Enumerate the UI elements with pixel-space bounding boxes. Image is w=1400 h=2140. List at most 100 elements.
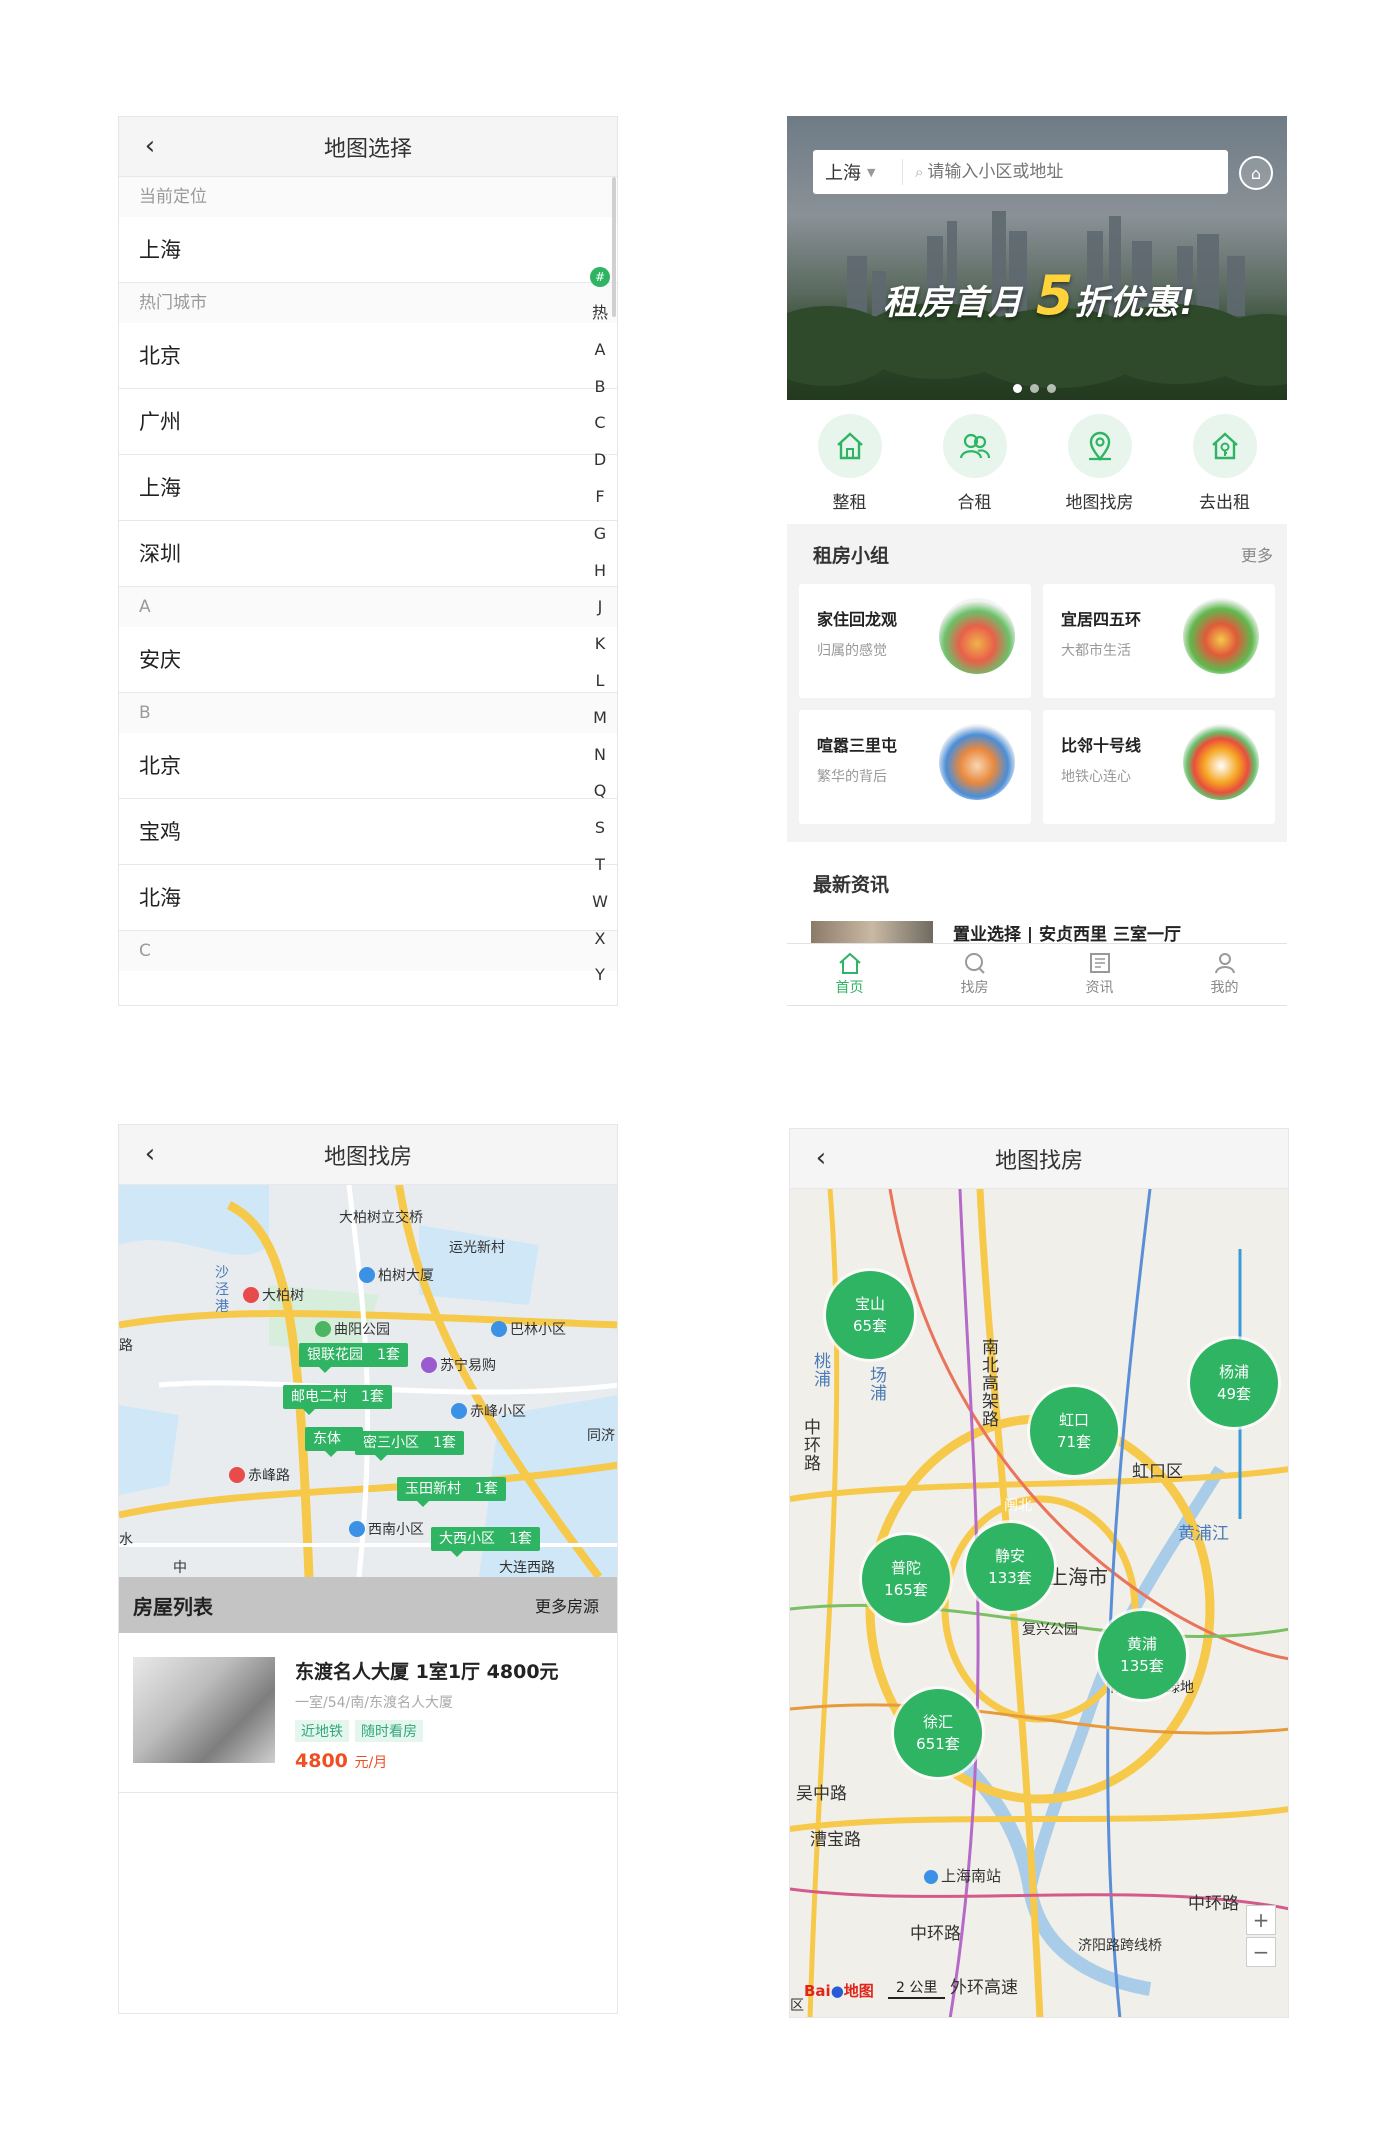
users-icon (942, 414, 1007, 478)
district-bubble[interactable]: 黄浦 135套 (1098, 1611, 1186, 1699)
quick-nav-map-search[interactable]: 地图找房 (1050, 414, 1150, 516)
city-item[interactable]: 北海 (119, 865, 617, 931)
map-label: 中环路 (804, 1418, 821, 1474)
location-icon[interactable]: ⌂ (1239, 156, 1273, 190)
more-link[interactable]: 更多 (1241, 542, 1273, 566)
tab-news[interactable]: 资讯 (1037, 944, 1162, 1005)
district-bubble[interactable]: 杨浦 49套 (1190, 1339, 1278, 1427)
city-item[interactable]: 上海 (119, 217, 617, 283)
index-letter[interactable]: B (595, 369, 606, 406)
district-bubble[interactable]: 普陀 165套 (862, 1535, 950, 1623)
community-tag[interactable]: 玉田新村 1套 (397, 1477, 506, 1507)
district-bubble[interactable]: 静安 133套 (966, 1523, 1054, 1611)
rent-groups-section: 租房小组 更多 家住回龙观 归属的感觉 宜居四五环 大都市生活 喧嚣三里屯 繁华… (787, 524, 1287, 842)
poi-label: 苏宁易购 (421, 1355, 496, 1375)
more-listings-link[interactable]: 更多房源 (535, 1593, 599, 1617)
carousel-dot[interactable] (1030, 384, 1039, 393)
index-letter[interactable]: Y (595, 957, 605, 994)
group-card[interactable]: 宜居四五环 大都市生活 (1043, 584, 1275, 698)
index-letter[interactable]: G (594, 516, 606, 553)
community-tag[interactable]: 邮电二村 1套 (283, 1385, 392, 1415)
park-icon (315, 1321, 331, 1337)
index-letter[interactable]: X (595, 921, 606, 958)
group-card[interactable]: 比邻十号线 地铁心连心 (1043, 710, 1275, 824)
badge: 近地铁 (295, 1720, 349, 1742)
house-icon (817, 414, 882, 478)
map-pin-icon (1067, 414, 1132, 478)
tab-label: 首页 (835, 980, 864, 996)
carousel-dot[interactable] (1013, 384, 1022, 393)
city-item[interactable]: 上海 (119, 455, 617, 521)
page-title: 地图找房 (994, 1148, 1083, 1174)
bubble-count: 133套 (988, 1569, 1032, 1587)
city-item[interactable]: 北京 (119, 733, 617, 799)
tab-home[interactable]: 首页 (787, 944, 912, 1005)
tab-find[interactable]: 找房 (912, 944, 1037, 1005)
index-letter[interactable]: N (594, 737, 606, 774)
quick-nav-label: 地图找房 (1065, 493, 1134, 513)
quick-nav-share-rent[interactable]: 合租 (925, 414, 1025, 516)
poi-label: 沙泾港 (215, 1265, 229, 1315)
quick-nav-whole-rent[interactable]: 整租 (800, 414, 900, 516)
city-item[interactable]: 广州 (119, 389, 617, 455)
news-item[interactable]: 置业选择 | 安贞西里 三室一厅 (811, 920, 1181, 945)
bubble-count: 651套 (916, 1735, 960, 1753)
index-letter[interactable]: 热 (592, 295, 608, 332)
community-tag[interactable]: 银联花园 1套 (299, 1343, 408, 1373)
city-item[interactable]: 安庆 (119, 627, 617, 693)
house-list-item[interactable]: 东渡名人大厦 1室1厅 4800元 一室/54/南/东渡名人大厦 近地铁 随时看… (119, 1633, 617, 1793)
tag-count: 1套 (475, 1481, 498, 1497)
index-letter[interactable]: F (595, 479, 604, 516)
page-title: 地图找房 (323, 1144, 412, 1170)
district-bubble[interactable]: 宝山 65套 (826, 1271, 914, 1359)
community-tag[interactable]: 大西小区 1套 (431, 1527, 540, 1557)
index-letter[interactable]: J (598, 589, 603, 626)
map-label-text: 上海南站 (941, 1867, 1002, 1885)
search-input[interactable] (927, 162, 1208, 182)
section-title: 租房小组 (813, 544, 890, 567)
promo-banner[interactable]: 上海 ▼ ⌕ ⌂ 租房首月 5折优惠! (787, 116, 1287, 400)
back-button[interactable]: ‹ (133, 129, 167, 163)
nav-bar: ‹ 地图找房 (119, 1125, 617, 1185)
index-letter[interactable]: Z (595, 994, 606, 1005)
city-item[interactable]: 深圳 (119, 521, 617, 587)
index-letter[interactable]: D (594, 442, 606, 479)
index-letter[interactable]: L (596, 663, 605, 700)
district-bubble[interactable]: 虹口 71套 (1030, 1387, 1118, 1475)
group-card[interactable]: 喧嚣三里屯 繁华的背后 (799, 710, 1031, 824)
carousel-dot[interactable] (1047, 384, 1056, 393)
index-letter[interactable]: S (595, 810, 605, 847)
index-letter[interactable]: H (594, 553, 606, 590)
quick-nav-list-out[interactable]: 去出租 (1175, 414, 1275, 516)
poi-label: 赤峰路 (229, 1465, 290, 1485)
city-dropdown[interactable]: 上海 ▼ (813, 159, 903, 185)
map-view[interactable]: 南北高架路 桃浦 场浦 中环路 虹口区 黄浦江 上海市 复兴公园 南园滨江绿地 … (790, 1189, 1288, 2017)
city-list: 当前定位 上海 热门城市 北京 广州 上海 深圳 A 安庆 B 北京 宝鸡 北海… (119, 177, 617, 1005)
map-view[interactable]: 大柏树立交桥 运光新村 柏树大厦 大柏树 沙泾港 曲阳公园 巴林小区 苏宁易购 … (119, 1185, 617, 1577)
index-letter[interactable]: C (594, 405, 605, 442)
index-letter[interactable]: T (595, 847, 605, 884)
map-label: 桃浦 (814, 1352, 831, 1390)
index-letter[interactable]: Q (594, 773, 607, 810)
community-tag[interactable]: 密三小区 1套 (355, 1431, 464, 1461)
zoom-out-button[interactable]: − (1246, 1937, 1276, 1967)
city-item[interactable]: 宝鸡 (119, 799, 617, 865)
price-unit: 元/月 (354, 1755, 388, 1771)
back-button[interactable]: ‹ (804, 1141, 838, 1175)
index-letter[interactable]: A (595, 332, 606, 369)
index-letter[interactable]: K (595, 626, 606, 663)
index-letter[interactable]: # (590, 267, 610, 287)
tag-name: 邮电二村 (291, 1389, 347, 1405)
district-map-screen: ‹ 地图找房 南北高架路 桃浦 场浦 中环路 虹口区 黄浦江 上海市 复兴公园 … (789, 1128, 1289, 2018)
city-item[interactable]: 北京 (119, 323, 617, 389)
district-bubble[interactable]: 徐汇 651套 (894, 1689, 982, 1777)
back-button[interactable]: ‹ (133, 1137, 167, 1171)
index-letter[interactable]: W (592, 884, 608, 921)
zoom-in-button[interactable]: + (1246, 1905, 1276, 1935)
tab-me[interactable]: 我的 (1162, 944, 1287, 1005)
group-card[interactable]: 家住回龙观 归属的感觉 (799, 584, 1031, 698)
map-label: 漕宝路 (810, 1830, 861, 1850)
city-label: 上海 (825, 163, 861, 184)
quick-nav-label: 整租 (832, 493, 867, 513)
index-letter[interactable]: M (593, 700, 607, 737)
